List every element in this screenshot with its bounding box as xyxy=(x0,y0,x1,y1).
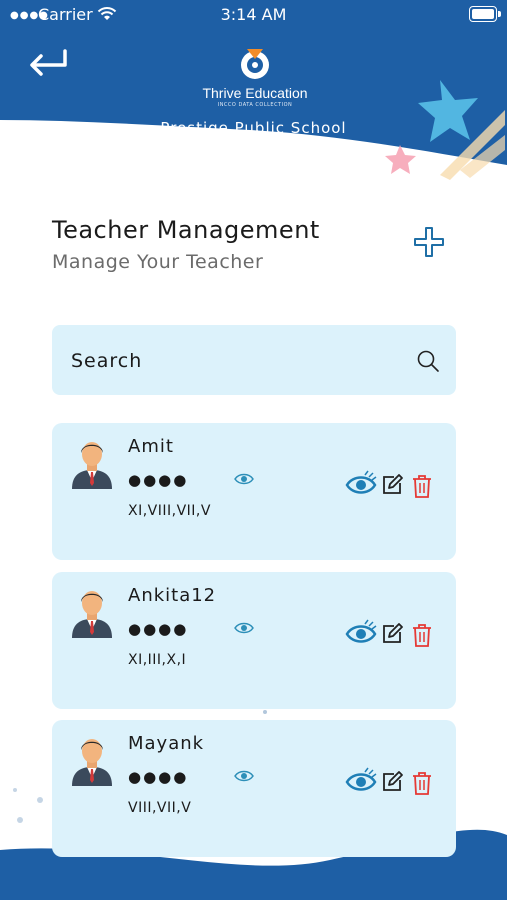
teacher-classes: XI,III,X,I xyxy=(128,652,187,668)
delete-button[interactable] xyxy=(410,770,434,796)
teacher-avatar xyxy=(72,739,112,786)
eye-icon[interactable] xyxy=(234,472,254,486)
back-arrow-icon xyxy=(30,49,67,76)
school-name: Prestige Public School xyxy=(160,119,347,137)
teacher-classes: VIII,VII,V xyxy=(128,800,192,816)
add-teacher-button[interactable] xyxy=(412,225,446,259)
delete-button[interactable] xyxy=(410,622,434,648)
delete-button[interactable] xyxy=(410,473,434,499)
search-icon[interactable] xyxy=(416,349,440,373)
view-button[interactable] xyxy=(345,766,377,794)
teacher-avatar xyxy=(72,442,112,489)
teacher-password: ●●●● xyxy=(128,768,189,786)
edit-button[interactable] xyxy=(380,770,404,794)
page-subtitle: Manage Your Teacher xyxy=(52,251,264,273)
battery-icon xyxy=(469,6,501,22)
search-input[interactable] xyxy=(69,345,393,377)
view-button[interactable] xyxy=(345,469,377,497)
teacher-password: ●●●● xyxy=(128,620,189,638)
teacher-name: Amit xyxy=(128,436,174,457)
eye-icon[interactable] xyxy=(234,621,254,635)
edit-button[interactable] xyxy=(380,473,404,497)
teacher-name: Mayank xyxy=(128,733,205,754)
eye-icon[interactable] xyxy=(234,769,254,783)
page-title: Teacher Management xyxy=(52,216,320,244)
search-bar xyxy=(52,325,456,395)
add-icon xyxy=(414,227,444,257)
logo-tagline: INCCO DATA COLLECTION xyxy=(217,102,293,108)
edit-button[interactable] xyxy=(380,622,404,646)
status-bar: ●●●● Carrier 3:14 AM xyxy=(0,0,507,30)
logo-name: Thrive Education xyxy=(202,85,308,101)
logo-emblem xyxy=(241,49,269,79)
teacher-password: ●●●● xyxy=(128,471,189,489)
teacher-card: Mayank ●●●● VIII,VII,V xyxy=(52,720,456,857)
teacher-card: Ankita12 ●●●● XI,III,X,I xyxy=(52,572,456,709)
teacher-card: Amit ●●●● XI,VIII,VII,V xyxy=(52,423,456,560)
app-logo: Thrive Education INCCO DATA COLLECTION xyxy=(180,45,330,115)
view-button[interactable] xyxy=(345,618,377,646)
back-button[interactable] xyxy=(25,45,75,85)
teacher-avatar xyxy=(72,591,112,638)
teacher-classes: XI,VIII,VII,V xyxy=(128,503,211,519)
clock: 3:14 AM xyxy=(220,5,287,24)
teacher-name: Ankita12 xyxy=(128,585,217,606)
